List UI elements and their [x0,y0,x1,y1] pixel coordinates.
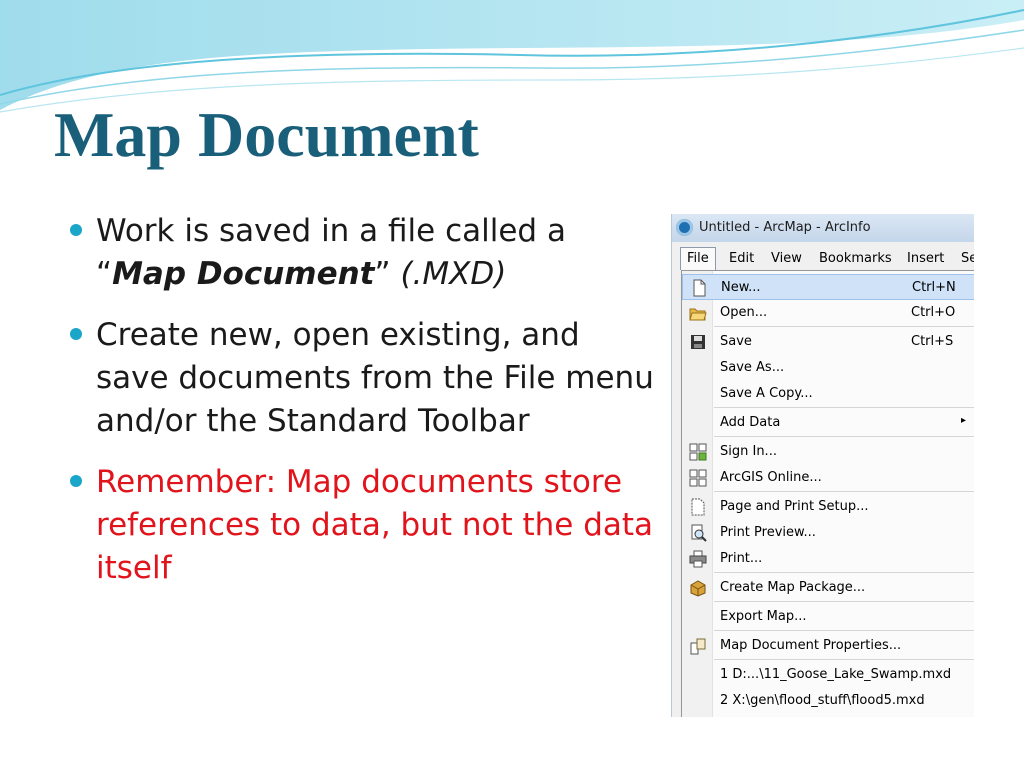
menu-item-label: Print... [720,551,763,566]
bullet-text: Work is saved in a file called a [96,213,566,249]
menu-item-arcgis-online[interactable]: ArcGIS Online... [682,465,974,491]
menu-item-map-document-properties[interactable]: Map Document Properties... [682,633,974,659]
menu-item-label: Print Preview... [720,525,816,540]
bullet-dot-icon [70,475,82,487]
menu-item-add-data[interactable]: Add Data ▸ [682,410,974,436]
menu-insert[interactable]: Insert [907,251,944,266]
menu-item-recent-file-1[interactable]: 1 D:...\11_Goose_Lake_Swamp.mxd [682,662,974,688]
slide-title: Map Document [54,99,479,170]
menu-selection-truncated[interactable]: Se [961,251,974,266]
menu-item-label: Export Map... [720,609,807,624]
sign-in-icon [689,443,707,461]
document-properties-icon [690,638,706,655]
menu-item-new[interactable]: New... Ctrl+N [682,274,974,300]
menu-separator [714,601,974,602]
menu-item-export-map[interactable]: Export Map... [682,604,974,630]
bullet-list: Work is saved in a file called a “Map Do… [70,210,660,608]
submenu-arrow-icon: ▸ [961,415,967,426]
menu-item-open[interactable]: Open... Ctrl+O [682,300,974,326]
bullet-text: Remember: Map documents store references… [96,464,654,586]
bullet-item: Work is saved in a file called a “Map Do… [70,210,660,296]
menu-separator [714,630,974,631]
menu-edit[interactable]: Edit [729,251,754,266]
mxd-extension: (.MXD) [400,256,507,292]
arcgis-online-icon [689,469,707,487]
menu-file[interactable]: File [680,247,716,270]
page-setup-icon [691,498,705,516]
menu-item-label: ArcGIS Online... [720,470,822,485]
menu-item-label: 2 X:\gen\flood_stuff\flood5.mxd [720,693,925,708]
bullet-item: Create new, open existing, and save docu… [70,314,660,443]
menu-separator [714,491,974,492]
menu-item-sign-in[interactable]: Sign In... [682,439,974,465]
menu-item-recent-file-2[interactable]: 2 X:\gen\flood_stuff\flood5.mxd [682,688,974,714]
menu-item-label: Save A Copy... [720,386,813,401]
menu-bookmarks[interactable]: Bookmarks [819,251,892,266]
menu-item-label: Save [720,334,752,349]
menu-item-label: Add Data [720,415,781,430]
menu-view[interactable]: View [771,251,802,266]
file-menu-dropdown: New... Ctrl+N Open... Ctrl+O Save Ctrl+S… [681,270,974,717]
open-folder-icon [689,308,707,321]
menu-item-save-as[interactable]: Save As... [682,355,974,381]
menu-item-label: Save As... [720,360,785,375]
menu-item-print-preview[interactable]: Print Preview... [682,520,974,546]
bullet-text: Create new, open existing, and save docu… [96,317,654,439]
menu-item-save[interactable]: Save Ctrl+S [682,329,974,355]
map-document-term: Map Document [112,256,375,292]
menu-item-shortcut: Ctrl+N [912,280,956,295]
quote-open: “ [96,256,113,292]
menu-item-save-a-copy[interactable]: Save A Copy... [682,381,974,407]
menu-item-shortcut: Ctrl+S [911,334,954,349]
printer-icon [689,550,707,568]
menu-item-label: Create Map Package... [720,580,866,595]
arcmap-globe-icon [676,219,693,236]
menu-separator [714,572,974,573]
window-titlebar: Untitled - ArcMap - ArcInfo [672,214,974,242]
menu-separator [714,326,974,327]
save-disk-icon [691,335,705,349]
print-preview-icon [691,524,707,542]
new-document-icon [693,279,706,297]
menu-item-label: Page and Print Setup... [720,499,869,514]
arcmap-screenshot: Untitled - ArcMap - ArcInfo File Edit Vi… [671,214,974,717]
menu-item-label: Map Document Properties... [720,638,902,653]
menu-item-label: New... [721,280,761,295]
menu-separator [714,407,974,408]
menu-item-shortcut: Ctrl+O [911,305,956,320]
menu-item-label: Open... [720,305,768,320]
window-title: Untitled - ArcMap - ArcInfo [699,220,871,235]
bullet-item-remember: Remember: Map documents store references… [70,461,660,590]
bullet-dot-icon [70,328,82,340]
map-package-icon [690,580,706,597]
menu-item-page-print-setup[interactable]: Page and Print Setup... [682,494,974,520]
menu-bar: File Edit View Bookmarks Insert Se [672,246,974,270]
menu-item-label: Sign In... [720,444,777,459]
menu-item-print[interactable]: Print... [682,546,974,572]
menu-separator [714,659,974,660]
menu-item-create-map-package[interactable]: Create Map Package... [682,575,974,601]
quote-close: ” [374,256,391,292]
menu-item-label: 1 D:...\11_Goose_Lake_Swamp.mxd [720,667,952,682]
menu-separator [714,436,974,437]
bullet-dot-icon [70,224,82,236]
